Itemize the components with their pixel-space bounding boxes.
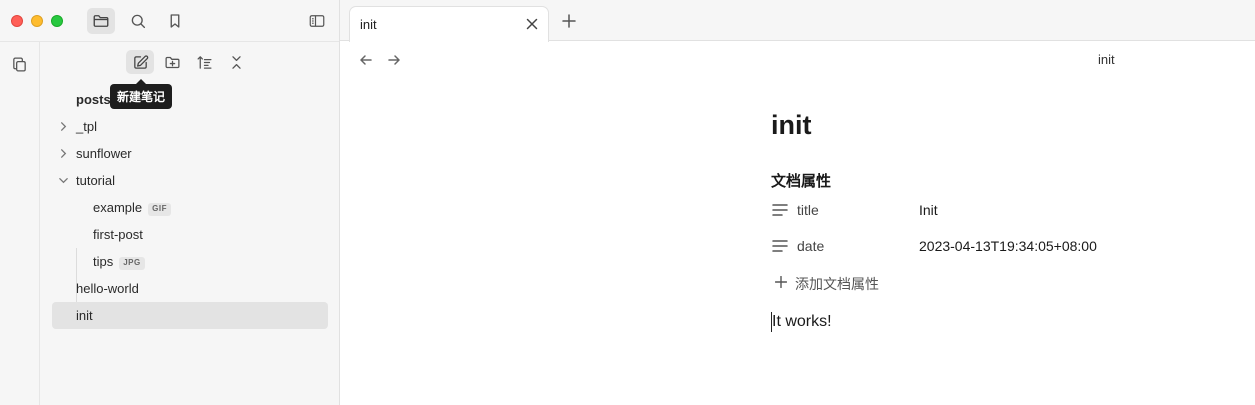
text-lines-icon bbox=[772, 240, 788, 252]
file-type-badge: GIF bbox=[148, 203, 171, 216]
tree-item-label: sunflower bbox=[76, 146, 132, 161]
view-title[interactable]: init bbox=[1098, 52, 1115, 67]
back-button[interactable] bbox=[358, 52, 374, 68]
property-row-title: title Init bbox=[771, 194, 1211, 226]
arrow-right-icon bbox=[388, 55, 400, 65]
copy-icon bbox=[12, 56, 26, 72]
collapse-all-button[interactable] bbox=[222, 50, 250, 74]
minimize-window-button[interactable] bbox=[31, 15, 43, 27]
tree-item-label: tips bbox=[93, 254, 114, 269]
search-button[interactable] bbox=[124, 8, 152, 34]
tree-file-first-post[interactable]: first-post bbox=[52, 221, 328, 248]
collapse-icon bbox=[231, 55, 241, 69]
bookmarks-button[interactable] bbox=[161, 8, 189, 34]
view-header: init bbox=[340, 41, 1255, 79]
tab-title: init bbox=[360, 17, 377, 32]
text-lines-icon bbox=[772, 204, 788, 216]
tree-file-example[interactable]: example GIF bbox=[52, 194, 328, 221]
tab-bar: init bbox=[340, 0, 1255, 42]
new-tab-button[interactable] bbox=[560, 12, 578, 30]
sort-icon bbox=[196, 55, 212, 69]
sidebar-titlebar bbox=[0, 0, 340, 41]
search-icon bbox=[131, 14, 146, 29]
add-property-button[interactable]: 添加文档属性 bbox=[771, 266, 1211, 298]
file-explorer: posts _tpl sunflower tutorial example GIF… bbox=[40, 41, 339, 405]
property-value[interactable]: 2023-04-13T19:34:05+08:00 bbox=[919, 238, 1097, 254]
arrow-left-icon bbox=[360, 55, 372, 65]
tree-item-label: tutorial bbox=[76, 173, 116, 188]
file-tree: posts _tpl sunflower tutorial example GIF… bbox=[52, 86, 328, 329]
close-window-button[interactable] bbox=[11, 15, 23, 27]
property-row-date: date 2023-04-13T19:34:05+08:00 bbox=[771, 230, 1211, 262]
edit-icon bbox=[133, 54, 148, 69]
sort-button[interactable] bbox=[190, 50, 218, 74]
chevron-right-icon bbox=[61, 122, 67, 131]
close-icon bbox=[526, 18, 538, 30]
sidebar-toggle-icon bbox=[309, 15, 325, 27]
left-sidebar: posts _tpl sunflower tutorial example GIF… bbox=[0, 0, 340, 405]
tab-init[interactable]: init bbox=[349, 6, 549, 42]
plus-icon bbox=[775, 276, 787, 288]
tree-file-init[interactable]: init bbox=[52, 302, 328, 329]
document-body[interactable]: It works! bbox=[771, 312, 1211, 332]
chevron-right-icon bbox=[61, 149, 67, 158]
properties-heading: 文档属性 bbox=[771, 173, 832, 190]
tree-file-tips[interactable]: tips JPG bbox=[52, 248, 328, 275]
plus-icon bbox=[562, 14, 576, 28]
forward-button[interactable] bbox=[386, 52, 402, 68]
tree-item-label: first-post bbox=[93, 227, 143, 242]
folder-icon bbox=[93, 15, 109, 27]
add-property-label: 添加文档属性 bbox=[795, 276, 879, 292]
tree-folder-tpl[interactable]: _tpl bbox=[52, 113, 328, 140]
file-explorer-button[interactable] bbox=[87, 8, 115, 34]
property-value[interactable]: Init bbox=[919, 202, 938, 218]
toggle-sidebar-button[interactable] bbox=[303, 8, 331, 34]
ribbon bbox=[0, 41, 40, 405]
tree-folder-sunflower[interactable]: sunflower bbox=[52, 140, 328, 167]
file-type-badge: JPG bbox=[119, 257, 145, 270]
tree-item-label: example bbox=[93, 200, 143, 215]
tree-file-hello-world[interactable]: hello-world bbox=[52, 275, 328, 302]
page-title[interactable]: init bbox=[771, 110, 1211, 150]
new-note-button[interactable] bbox=[126, 50, 154, 74]
tab-close-button[interactable] bbox=[524, 16, 540, 32]
new-note-tooltip: 新建笔记 bbox=[110, 79, 173, 109]
tree-folder-tutorial[interactable]: tutorial bbox=[52, 167, 328, 194]
tree-root-folder[interactable]: posts bbox=[52, 86, 328, 113]
property-key[interactable]: date bbox=[797, 238, 824, 254]
document: init 文档属性 title Init date 2023-04-13T19:… bbox=[771, 110, 1211, 332]
bookmark-icon bbox=[170, 14, 180, 28]
tree-item-label: init bbox=[76, 308, 93, 323]
maximize-window-button[interactable] bbox=[51, 15, 63, 27]
new-folder-button[interactable] bbox=[158, 50, 186, 74]
chevron-down-icon bbox=[59, 178, 68, 184]
tree-item-label: _tpl bbox=[76, 119, 97, 134]
ribbon-copy-button[interactable] bbox=[6, 52, 32, 76]
explorer-actions bbox=[126, 50, 250, 74]
tree-item-label: hello-world bbox=[76, 281, 139, 296]
property-key[interactable]: title bbox=[797, 202, 819, 218]
folder-plus-icon bbox=[164, 56, 180, 68]
